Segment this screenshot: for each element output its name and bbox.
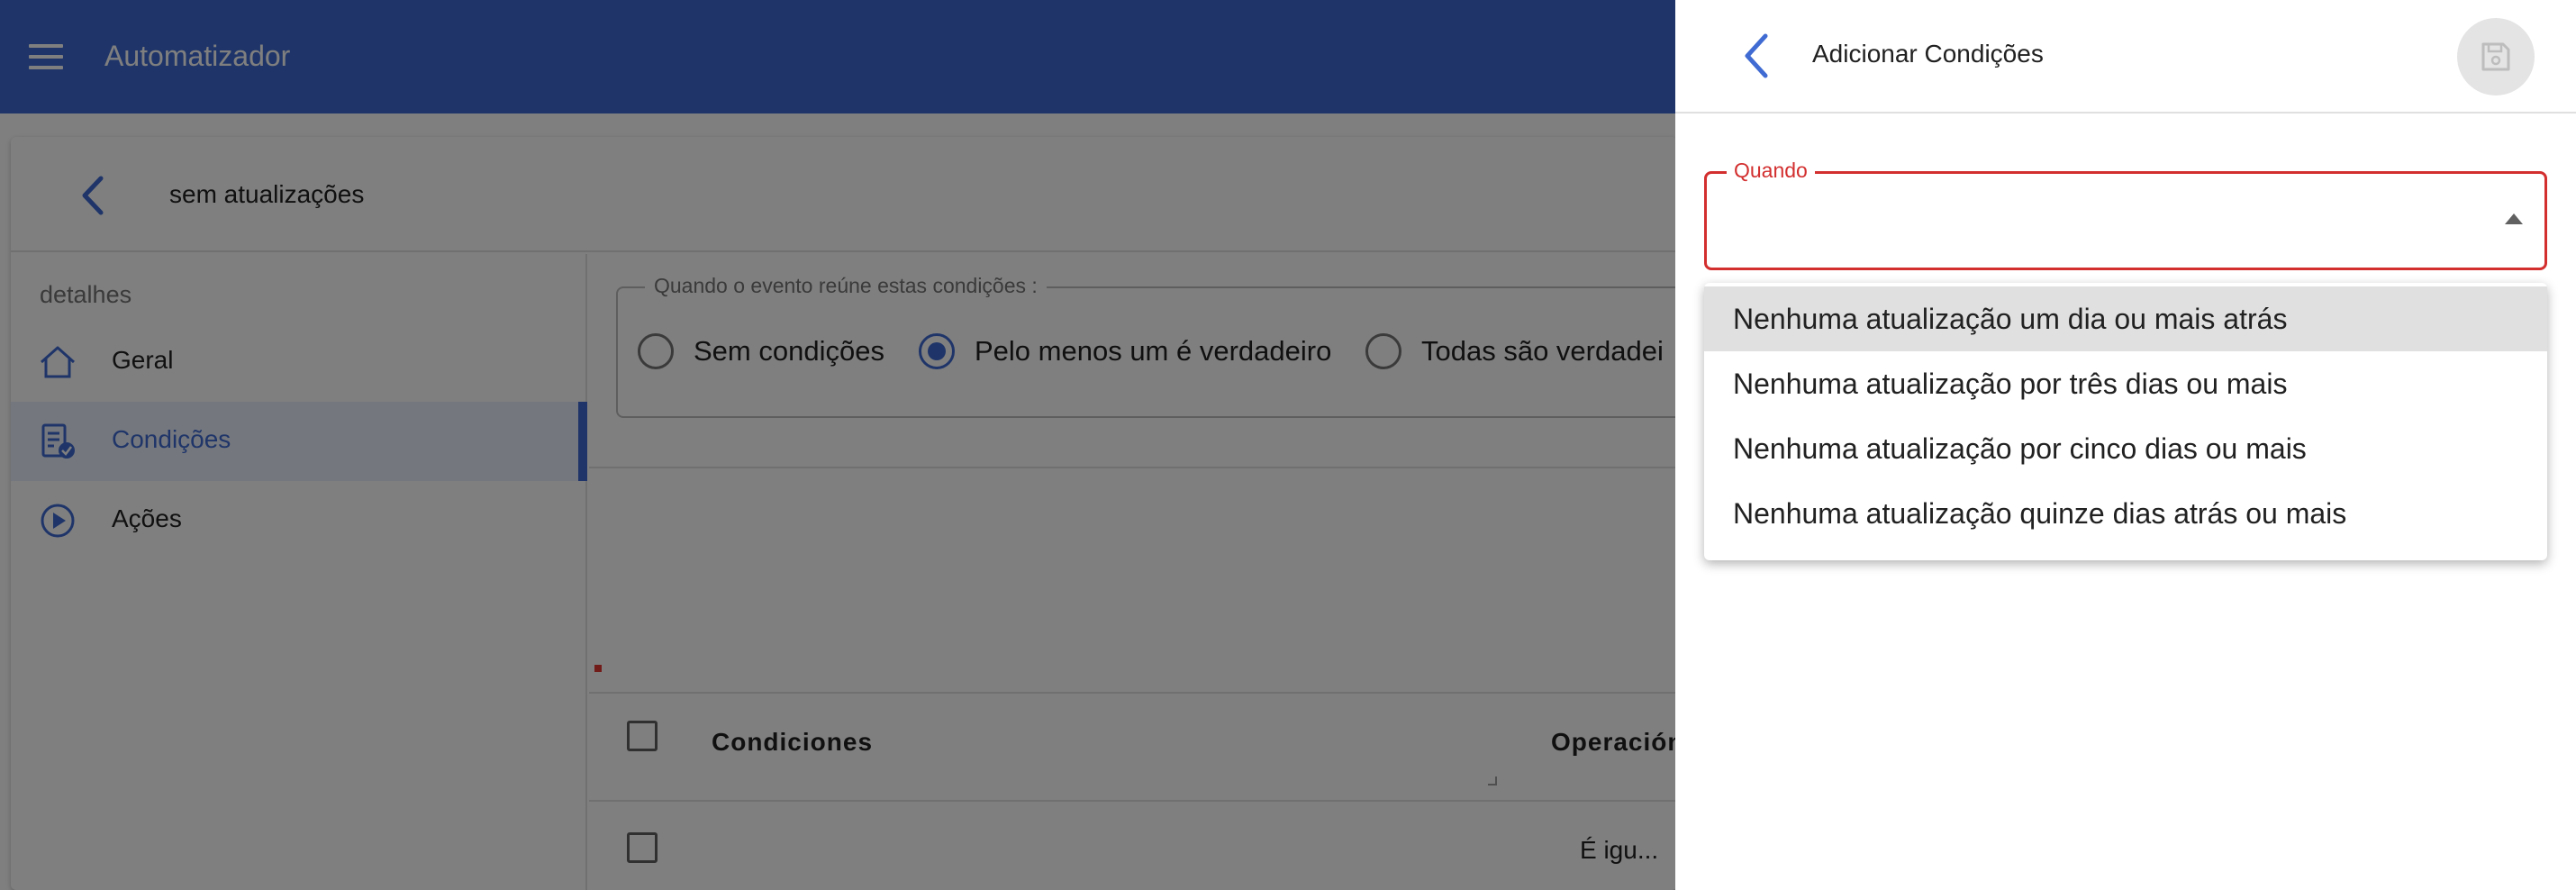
caret-up-icon[interactable]	[2505, 213, 2523, 224]
back-arrow-icon[interactable]	[1738, 32, 1774, 79]
option-um-dia[interactable]: Nenhuma atualização um dia ou mais atrás	[1704, 286, 2547, 351]
save-button[interactable]	[2457, 18, 2535, 95]
panel-header: Adicionar Condições	[1675, 0, 2576, 114]
panel-title: Adicionar Condições	[1812, 40, 2044, 68]
option-tres-dias[interactable]: Nenhuma atualização por três dias ou mai…	[1704, 351, 2547, 416]
option-quinze-dias[interactable]: Nenhuma atualização quinze dias atrás ou…	[1704, 481, 2547, 546]
option-cinco-dias[interactable]: Nenhuma atualização por cinco dias ou ma…	[1704, 416, 2547, 481]
quando-select[interactable]: Quando	[1704, 159, 2547, 270]
modal-backdrop[interactable]	[0, 0, 1675, 890]
quando-options-menu: Nenhuma atualização um dia ou mais atrás…	[1704, 283, 2547, 560]
add-conditions-panel: Adicionar Condições Quando Nenhuma atual…	[1675, 0, 2576, 890]
quando-label: Quando	[1727, 159, 1815, 183]
save-icon	[2481, 42, 2510, 71]
